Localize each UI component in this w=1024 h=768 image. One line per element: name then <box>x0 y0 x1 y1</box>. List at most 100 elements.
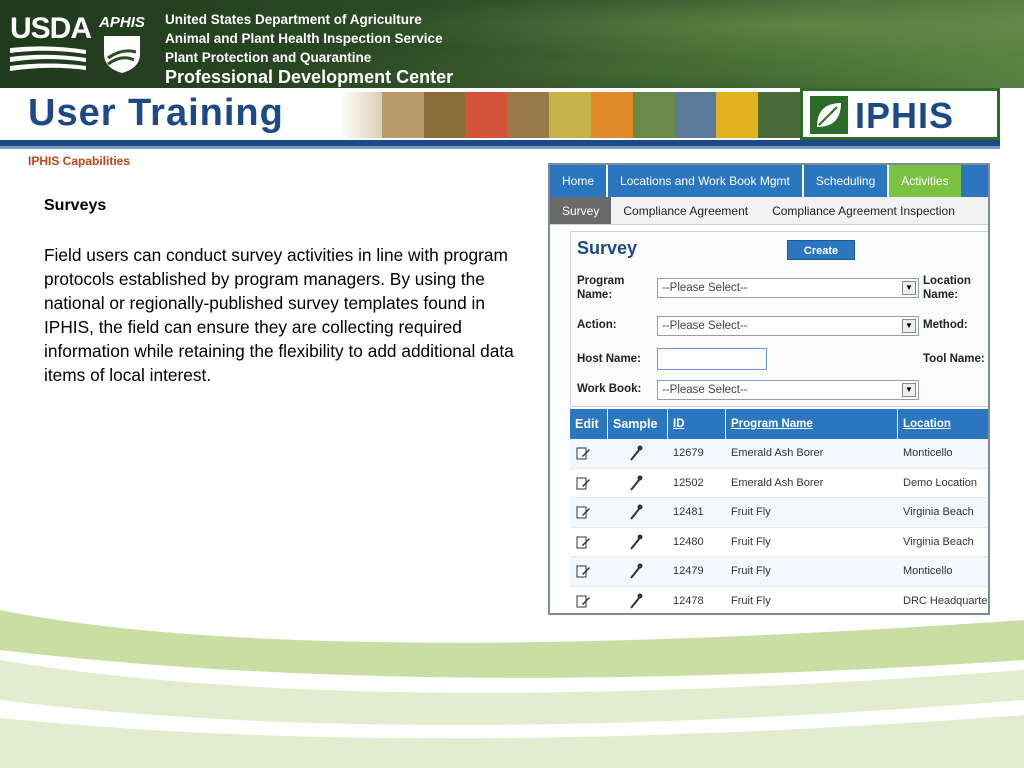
table-row[interactable]: 12480 Fruit Fly Virginia Beach <box>570 528 988 557</box>
program-name-select[interactable]: --Please Select-- ▼ <box>657 278 919 298</box>
edit-cell[interactable] <box>570 439 608 468</box>
subtab-compliance-agreement[interactable]: Compliance Agreement <box>611 197 760 224</box>
tab-activities[interactable]: Activities <box>889 165 961 197</box>
column-header-id[interactable]: ID <box>668 409 726 439</box>
subtab-survey[interactable]: Survey <box>550 197 612 224</box>
decorative-swoosh <box>0 610 1024 768</box>
chevron-down-icon: ▼ <box>902 281 916 295</box>
edit-icon[interactable] <box>575 504 591 520</box>
cell-location: Monticello <box>903 447 953 459</box>
aphis-logo-text: APHIS <box>99 14 145 31</box>
content-heading: Surveys <box>44 197 107 214</box>
tab-scheduling[interactable]: Scheduling <box>804 165 890 197</box>
cell-id: 12502 <box>673 476 704 489</box>
page-title: User Training <box>28 92 284 134</box>
section-label: IPHIS Capabilities <box>28 154 131 168</box>
usda-field-icon <box>10 46 86 71</box>
action-select[interactable]: --Please Select-- ▼ <box>657 316 919 336</box>
location-name-label: Location Name: <box>923 275 971 301</box>
leaf-icon <box>810 96 848 134</box>
column-header-sample: Sample <box>608 409 668 439</box>
agency-line-service: Animal and Plant Health Inspection Servi… <box>165 31 443 46</box>
agency-line-program: Plant Protection and Quarantine <box>165 50 372 65</box>
edit-icon[interactable] <box>575 475 591 491</box>
tab-locations-workbook[interactable]: Locations and Work Book Mgmt <box>608 165 804 197</box>
work-book-select-value: --Please Select-- <box>662 384 748 396</box>
sample-icon[interactable] <box>628 562 644 580</box>
column-header-program-name[interactable]: Program Name <box>726 409 898 439</box>
host-name-input[interactable] <box>657 348 767 370</box>
sample-cell[interactable] <box>608 557 668 586</box>
cell-id: 12481 <box>673 506 704 518</box>
edit-cell[interactable] <box>570 528 608 557</box>
table-row[interactable]: 12481 Fruit Fly Virginia Beach <box>570 498 988 528</box>
agency-text-block: United States Department of Agriculture … <box>165 10 453 87</box>
title-divider-light <box>0 146 1000 149</box>
cell-location: Demo Location <box>903 476 977 489</box>
sample-cell[interactable] <box>608 498 668 527</box>
table-row[interactable]: 12502 Emerald Ash Borer Demo Location <box>570 469 988 498</box>
agency-line-center: Professional Development Center <box>165 67 454 87</box>
sample-cell[interactable] <box>608 528 668 557</box>
chevron-down-icon: ▼ <box>902 319 916 333</box>
action-label: Action: <box>577 319 617 331</box>
grid-header: Edit Sample ID Program Name Location <box>570 409 988 439</box>
create-button[interactable]: Create <box>787 240 855 260</box>
iphis-logo-text: IPHIS <box>855 95 955 136</box>
action-select-value: --Please Select-- <box>662 320 748 332</box>
cell-location: Monticello <box>903 565 953 577</box>
iphis-logo: IPHIS <box>800 88 1000 140</box>
work-book-label: Work Book: <box>577 383 642 395</box>
chevron-down-icon: ▼ <box>902 383 916 397</box>
survey-grid: Edit Sample ID Program Name Location 126… <box>570 409 988 613</box>
cell-id: 12480 <box>673 535 704 548</box>
content-paragraph: Field users can conduct survey activitie… <box>44 245 514 385</box>
edit-cell[interactable] <box>570 469 608 498</box>
aphis-logo: APHIS <box>96 14 148 76</box>
column-header-location[interactable]: Location <box>898 409 988 439</box>
cell-location: Virginia Beach <box>903 506 974 518</box>
survey-form-title: Survey <box>577 238 638 258</box>
top-navigation: Home Locations and Work Book Mgmt Schedu… <box>550 165 988 197</box>
cell-program-name: Fruit Fly <box>731 506 771 518</box>
column-header-edit: Edit <box>570 409 608 439</box>
table-row[interactable]: 12679 Emerald Ash Borer Monticello <box>570 439 988 469</box>
grid-body: 12679 Emerald Ash Borer Monticello 12502 Eme… <box>570 439 988 613</box>
program-name-label: Program Name: <box>577 275 625 301</box>
work-book-select[interactable]: --Please Select-- ▼ <box>657 380 919 400</box>
cell-program-name: Fruit Fly <box>731 565 771 577</box>
method-label: Method: <box>923 319 968 331</box>
usda-logo-text: USDA <box>10 12 92 45</box>
cell-id: 12479 <box>673 565 704 577</box>
cell-id: 12679 <box>673 447 704 459</box>
edit-cell[interactable] <box>570 557 608 586</box>
usda-logo: USDA <box>10 12 92 72</box>
sample-icon[interactable] <box>628 533 644 551</box>
edit-icon[interactable] <box>575 445 591 461</box>
sample-cell[interactable] <box>608 439 668 468</box>
sub-navigation: Survey Compliance Agreement Compliance A… <box>550 197 988 225</box>
cell-location: Virginia Beach <box>903 535 974 548</box>
subtab-compliance-inspection[interactable]: Compliance Agreement Inspection <box>760 197 967 224</box>
agency-line-department: United States Department of Agriculture <box>165 12 422 27</box>
table-row[interactable]: 12479 Fruit Fly Monticello <box>570 557 988 587</box>
app-screenshot: Home Locations and Work Book Mgmt Schedu… <box>548 163 990 615</box>
program-name-select-value: --Please Select-- <box>662 282 748 294</box>
cell-program-name: Emerald Ash Borer <box>731 447 824 459</box>
edit-icon[interactable] <box>575 563 591 579</box>
sample-icon[interactable] <box>628 474 644 492</box>
edit-cell[interactable] <box>570 498 608 527</box>
sample-icon[interactable] <box>628 444 644 462</box>
sample-cell[interactable] <box>608 469 668 498</box>
cell-program-name: Emerald Ash Borer <box>731 476 824 489</box>
aphis-shield-icon <box>104 36 140 73</box>
edit-icon[interactable] <box>575 534 591 550</box>
sample-icon[interactable] <box>628 503 644 521</box>
photo-strip-image <box>340 92 800 138</box>
host-name-label: Host Name: <box>577 353 641 365</box>
tool-name-label: Tool Name: <box>923 353 985 365</box>
header-banner: USDA APHIS United States Department of A… <box>0 0 1024 88</box>
tab-home[interactable]: Home <box>550 165 609 197</box>
cell-program-name: Fruit Fly <box>731 535 771 548</box>
survey-form: Survey Create Program Name: --Please Sel… <box>570 231 988 407</box>
